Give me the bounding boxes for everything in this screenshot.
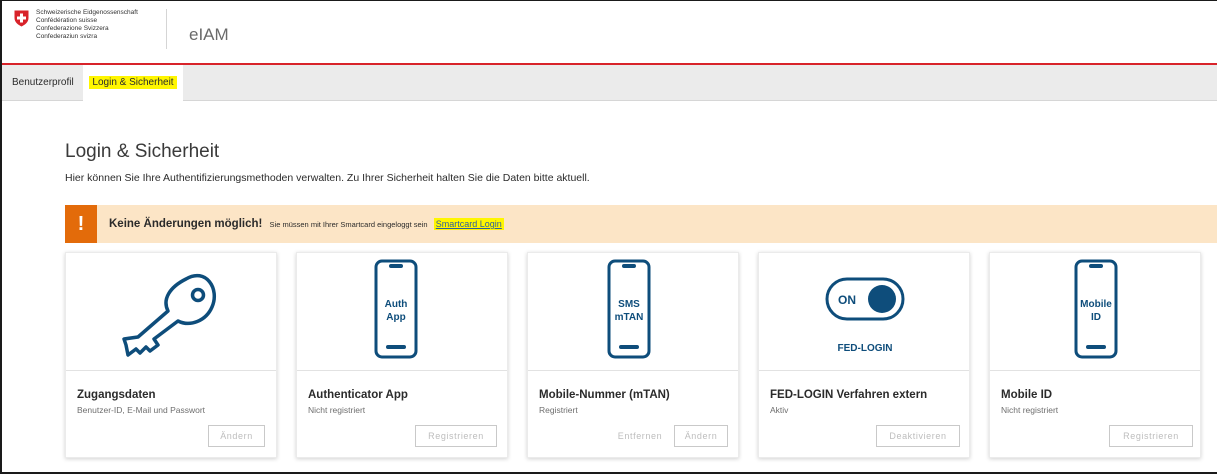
card-status: Nicht registriert bbox=[308, 405, 366, 415]
app-name: eIAM bbox=[189, 25, 229, 44]
tab-bar: Benutzerprofil Login & Sicherheit bbox=[2, 65, 1217, 102]
card-visual: SMS mTAN bbox=[528, 253, 738, 371]
site-header: Schweizerische Eidgenossenschaft Confédé… bbox=[2, 1, 1217, 63]
phone-text: ID bbox=[1091, 312, 1101, 323]
card-title: Mobile-Nummer (mTAN) bbox=[539, 389, 670, 401]
key-icon bbox=[122, 273, 216, 357]
aendern-button[interactable]: Ändern bbox=[208, 425, 265, 447]
tab-login-sicherheit[interactable]: Login & Sicherheit bbox=[83, 65, 183, 102]
smartcard-login-link[interactable]: Smartcard Login bbox=[433, 218, 504, 230]
header-divider bbox=[166, 9, 167, 49]
page-subtitle: Hier können Sie Ihre Authentifizierungsm… bbox=[65, 172, 590, 184]
confederation-label: Schweizerische Eidgenossenschaft Confédé… bbox=[36, 9, 138, 41]
card-title: Authenticator App bbox=[308, 389, 408, 401]
alert-message: Keine Änderungen möglich! Sie müssen mit… bbox=[109, 218, 504, 230]
exclamation-icon: ! bbox=[65, 205, 97, 243]
card-fed-login: ON FED-LOGIN FED-LOGIN Verfahren extern … bbox=[758, 252, 970, 458]
swiss-coat-of-arms-icon bbox=[14, 10, 29, 27]
card-visual: Auth App bbox=[297, 253, 507, 371]
card-status: Registriert bbox=[539, 405, 578, 415]
confederation-line: Confederazione Svizzera bbox=[36, 25, 109, 32]
page-title: Login & Sicherheit bbox=[65, 141, 220, 162]
alert-heading: Keine Änderungen möglich! bbox=[109, 218, 263, 230]
card-zugangsdaten: Zugangsdaten Benutzer-ID, E-Mail und Pas… bbox=[65, 252, 277, 458]
fed-login-label: FED-LOGIN bbox=[838, 343, 893, 354]
card-mobile-nummer: SMS mTAN Mobile-Nummer (mTAN) Registrier… bbox=[527, 252, 739, 458]
card-status: Nicht registriert bbox=[1001, 405, 1059, 415]
phone-text: App bbox=[386, 312, 405, 323]
confederation-line: Confédération suisse bbox=[36, 17, 98, 24]
card-visual: Mobile ID bbox=[990, 253, 1200, 371]
phone-icon: SMS mTAN bbox=[607, 259, 651, 359]
toggle-text: ON bbox=[838, 293, 856, 307]
confederation-line: Schweizerische Eidgenossenschaft bbox=[36, 9, 138, 16]
card-title: Zugangsdaten bbox=[77, 389, 156, 401]
phone-text: mTAN bbox=[615, 312, 644, 323]
toggle-icon: ON FED-LOGIN bbox=[825, 277, 905, 354]
card-authenticator-app: Auth App Authenticator App Nicht registr… bbox=[296, 252, 508, 458]
card-title: FED-LOGIN Verfahren extern bbox=[770, 389, 928, 401]
warning-alert: ! Keine Änderungen möglich! Sie müssen m… bbox=[65, 205, 1217, 243]
card-title: Mobile ID bbox=[1001, 389, 1053, 401]
card-mobile-id: Mobile ID Mobile ID Nicht registriert Re… bbox=[989, 252, 1201, 458]
entfernen-button[interactable]: Entfernen bbox=[604, 425, 676, 447]
registrieren-button[interactable]: Registrieren bbox=[415, 425, 497, 447]
phone-text: Auth bbox=[385, 299, 408, 310]
phone-text: Mobile bbox=[1080, 299, 1112, 310]
alert-body: Sie müssen mit Ihrer Smartcard eingelogg… bbox=[269, 220, 428, 229]
phone-text: SMS bbox=[618, 299, 640, 310]
phone-icon: Mobile ID bbox=[1074, 259, 1118, 359]
tab-benutzerprofil[interactable]: Benutzerprofil bbox=[12, 65, 74, 101]
deaktivieren-button[interactable]: Deaktivieren bbox=[876, 425, 960, 447]
registrieren-button[interactable]: Registrieren bbox=[1109, 425, 1193, 447]
tab-label: Login & Sicherheit bbox=[89, 76, 177, 89]
card-status: Aktiv bbox=[770, 405, 789, 415]
aendern-button[interactable]: Ändern bbox=[674, 425, 728, 447]
card-status: Benutzer-ID, E-Mail und Passwort bbox=[77, 405, 206, 415]
card-visual bbox=[66, 253, 276, 371]
confederation-line: Confederaziun svizra bbox=[36, 33, 98, 40]
card-visual: ON FED-LOGIN bbox=[759, 253, 969, 371]
phone-icon: Auth App bbox=[374, 259, 418, 359]
